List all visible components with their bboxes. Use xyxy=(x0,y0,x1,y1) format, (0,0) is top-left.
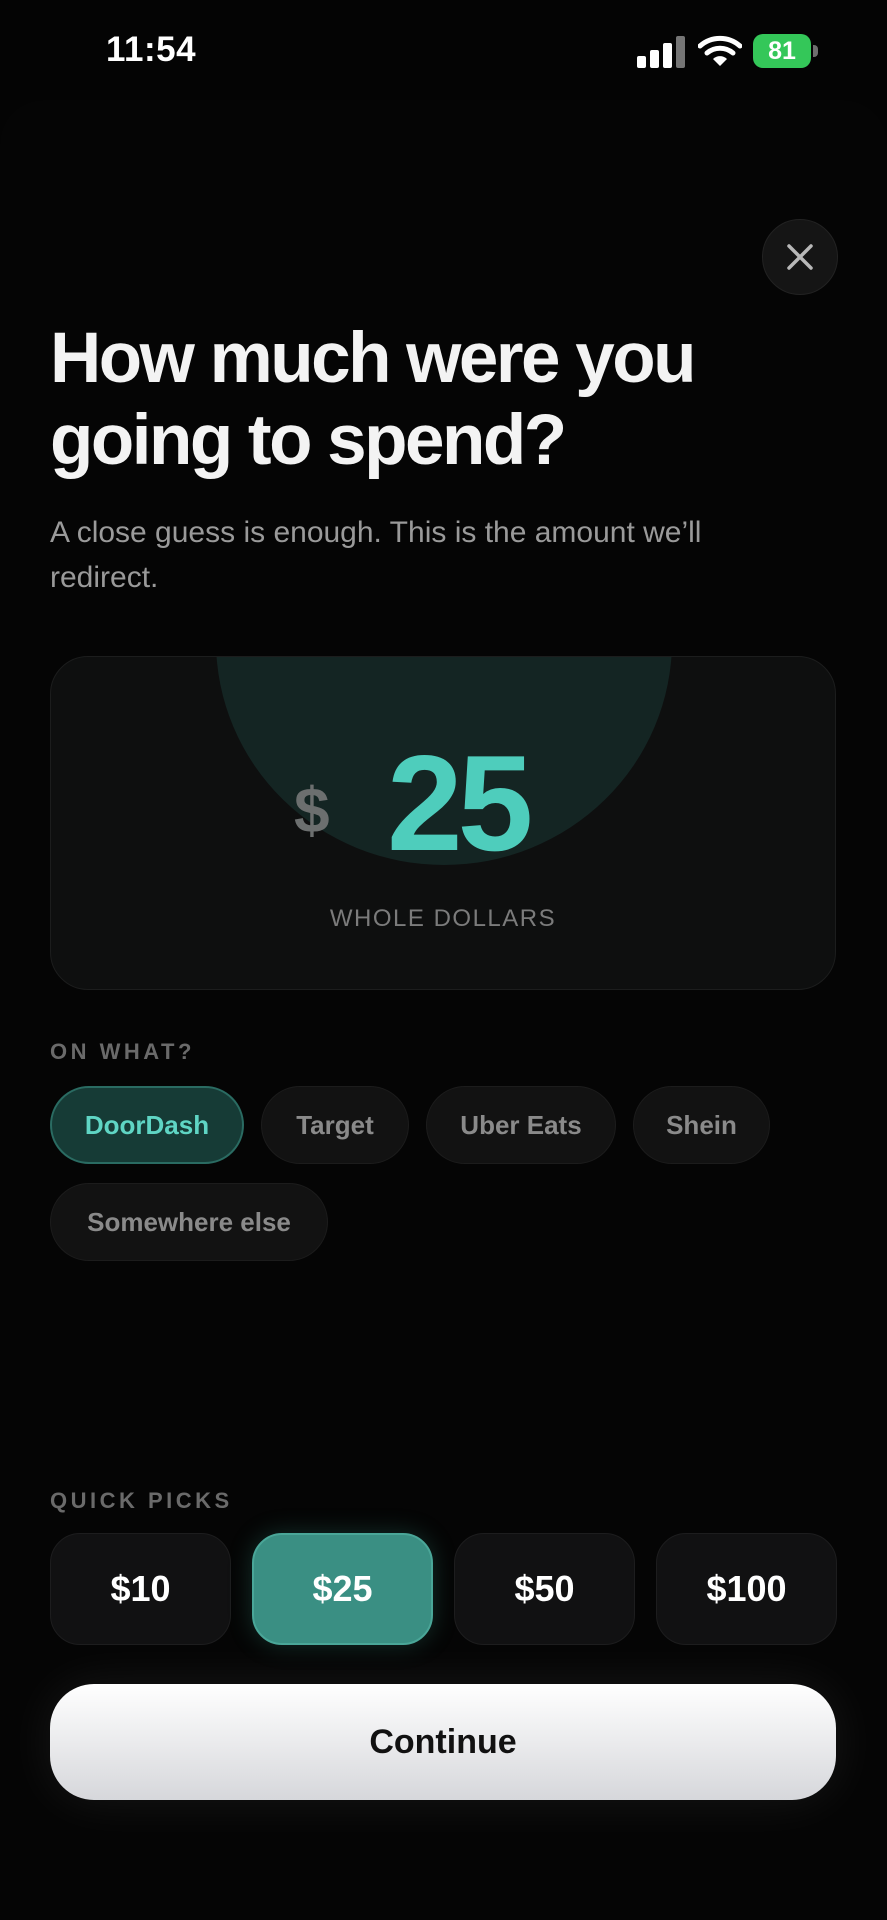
close-button[interactable] xyxy=(762,219,838,295)
page-title: How much were you going to spend? xyxy=(50,319,696,480)
chip-target[interactable]: Target xyxy=(261,1086,409,1164)
battery-charging-icon: 81 xyxy=(753,34,819,68)
quick-pick-10[interactable]: $10 xyxy=(50,1533,231,1645)
chip-shein[interactable]: Shein xyxy=(633,1086,770,1164)
currency-symbol: $ xyxy=(294,774,330,846)
close-icon xyxy=(787,244,813,270)
quick-picks-label: QUICK PICKS xyxy=(50,1488,233,1513)
page-subtitle: A close guess is enough. This is the amo… xyxy=(50,516,702,594)
quick-pick-25[interactable]: $25 xyxy=(252,1533,433,1645)
amount-display-card[interactable]: $ 25 WHOLE DOLLARS xyxy=(50,656,836,990)
wifi-icon xyxy=(698,35,742,66)
category-label: ON WHAT? xyxy=(50,1039,195,1064)
chip-uber-eats[interactable]: Uber Eats xyxy=(426,1086,616,1164)
quick-pick-50[interactable]: $50 xyxy=(454,1533,635,1645)
status-bar: 11:54 81 xyxy=(0,0,887,100)
chip-doordash[interactable]: DoorDash xyxy=(50,1086,244,1164)
amount-caption: WHOLE DOLLARS xyxy=(329,905,557,932)
chip-somewhere-else[interactable]: Somewhere else xyxy=(50,1183,328,1261)
signal-icon xyxy=(637,36,685,68)
continue-button[interactable]: Continue xyxy=(50,1684,836,1800)
battery-level: 81 xyxy=(753,34,811,68)
quick-pick-100[interactable]: $100 xyxy=(656,1533,837,1645)
battery-cap xyxy=(813,45,818,57)
status-time: 11:54 xyxy=(106,30,197,69)
amount-value[interactable]: 25 xyxy=(387,733,533,873)
